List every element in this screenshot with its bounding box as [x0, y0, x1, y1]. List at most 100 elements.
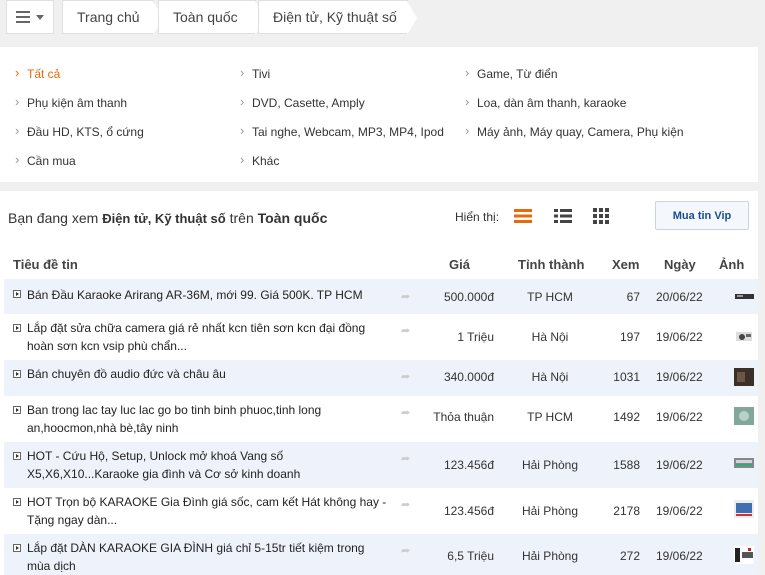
category-other[interactable]: Khác — [240, 152, 279, 168]
listing-thumbnail[interactable] — [733, 407, 754, 425]
listing-views: 67 — [626, 290, 640, 304]
listing-price: 123.456đ — [443, 458, 494, 472]
listing-date: 19/06/22 — [656, 458, 703, 472]
table-row[interactable]: Bán chuyên đồ audio đức và châu âu ➦ 340… — [4, 360, 758, 396]
share-icon[interactable]: ➦ — [401, 544, 410, 557]
listing-title[interactable]: HOT Trọn bộ KARAOKE Gia Đình giá sốc, ca… — [27, 493, 387, 529]
buy-vip-button[interactable]: Mua tin Vip — [655, 201, 749, 230]
listing-bullet-icon — [13, 290, 21, 298]
breadcrumb-item-location[interactable]: Toàn quốc — [158, 0, 265, 35]
listing-date: 19/06/22 — [656, 330, 703, 344]
listing-province: Hà Nội — [531, 330, 569, 344]
category-game-dictionary[interactable]: Game, Từ điển — [465, 65, 558, 81]
listing-province: TP HCM — [527, 290, 573, 304]
header-views[interactable]: Xem — [612, 257, 639, 272]
share-icon[interactable]: ➦ — [401, 452, 410, 465]
listing-province: Hải Phòng — [521, 504, 579, 518]
category-tivi[interactable]: Tivi — [240, 65, 270, 81]
listing-views: 1031 — [613, 370, 640, 384]
listing-province: Hải Phòng — [521, 458, 579, 472]
listing-price: 6,5 Triệu — [447, 549, 494, 563]
category-cameras[interactable]: Máy ảnh, Máy quay, Camera, Phụ kiện — [465, 123, 684, 139]
listing-price: 500.000đ — [443, 290, 494, 304]
listing-thumbnail[interactable] — [733, 288, 754, 306]
header-date[interactable]: Ngày — [664, 257, 696, 272]
listing-views: 1492 — [613, 410, 640, 424]
listing-title[interactable]: Lắp đặt DÀN KARAOKE GIA ĐÌNH giá chỉ 5-1… — [27, 539, 387, 575]
listing-thumbnail[interactable] — [733, 368, 754, 386]
grid-icon — [593, 208, 609, 224]
hamburger-icon — [16, 11, 30, 23]
listing-province: Hà Nội — [531, 370, 569, 384]
listing-bullet-icon — [13, 544, 21, 552]
info-prefix: Bạn đang xem — [8, 210, 99, 226]
listing-province: Hải Phòng — [521, 549, 579, 563]
view-rows-button[interactable] — [512, 205, 534, 227]
listing-views: 2178 — [613, 504, 640, 518]
table-row[interactable]: Bán Đầu Karaoke Arirang AR-36M, mới 99. … — [4, 279, 758, 314]
table-header: Tiêu đề tin Giá Tỉnh thành Xem Ngày Ảnh — [4, 241, 758, 279]
table-row[interactable]: Lắp đặt DÀN KARAOKE GIA ĐÌNH giá chỉ 5-1… — [4, 534, 758, 575]
menu-button[interactable] — [6, 0, 54, 34]
listing-date: 19/06/22 — [656, 410, 703, 424]
listing-title[interactable]: Bán Đầu Karaoke Arirang AR-36M, mới 99. … — [27, 286, 387, 304]
listing-date: 19/06/22 — [656, 504, 703, 518]
info-middle: trên — [229, 210, 254, 226]
listing-date: 19/06/22 — [656, 549, 703, 563]
listing-price: 1 Triệu — [457, 330, 494, 344]
listing-title[interactable]: Ban trong lac tay luc lac go bo tinh bin… — [27, 401, 387, 437]
share-icon[interactable]: ➦ — [401, 406, 410, 419]
browsing-info: Bạn đang xem Điện tử, Kỹ thuật số trên T… — [8, 210, 327, 226]
category-wanted[interactable]: Cần mua — [15, 152, 76, 168]
share-icon[interactable]: ➦ — [401, 498, 410, 511]
category-panel: Tất cả Tivi Game, Từ điển Phụ kiện âm th… — [0, 47, 758, 182]
share-icon[interactable]: ➦ — [401, 290, 410, 303]
listing-thumbnail[interactable] — [733, 454, 754, 472]
category-headphones-webcam[interactable]: Tai nghe, Webcam, MP3, MP4, Ipod — [240, 123, 444, 139]
category-speakers-karaoke[interactable]: Loa, dàn âm thanh, karaoke — [465, 94, 626, 110]
results-panel: Bạn đang xem Điện tử, Kỹ thuật số trên T… — [0, 191, 758, 575]
table-row[interactable]: Ban trong lac tay luc lac go bo tinh bin… — [4, 396, 758, 442]
listing-views: 272 — [619, 549, 640, 563]
listing-thumbnail[interactable] — [733, 546, 754, 564]
listing-bullet-icon — [13, 452, 21, 460]
table-row[interactable]: Lắp đặt sửa chữa camera giá rẻ nhất kcn … — [4, 314, 758, 360]
listing-price: 340.000đ — [443, 370, 494, 384]
category-dvd-amply[interactable]: DVD, Casette, Amply — [240, 94, 365, 110]
listing-title[interactable]: Lắp đặt sửa chữa camera giá rẻ nhất kcn … — [27, 319, 387, 355]
listing-price: 123.456đ — [443, 504, 494, 518]
header-image: Ảnh — [719, 257, 745, 272]
header-title[interactable]: Tiêu đề tin — [13, 257, 78, 272]
list-detail-icon — [554, 209, 572, 223]
listing-thumbnail[interactable] — [733, 328, 754, 346]
share-icon[interactable]: ➦ — [401, 370, 410, 383]
listing-bullet-icon — [13, 498, 21, 506]
breadcrumb-bar: Trang chủ Toàn quốc Điện tử, Kỹ thuật số — [0, 0, 765, 36]
listing-date: 20/06/22 — [656, 290, 703, 304]
table-row[interactable]: HOT - Cứu Hộ, Setup, Unlock mở khoá Vang… — [4, 442, 758, 488]
listing-bullet-icon — [13, 324, 21, 332]
listing-views: 197 — [619, 330, 640, 344]
listing-title[interactable]: HOT - Cứu Hộ, Setup, Unlock mở khoá Vang… — [27, 447, 387, 483]
header-province[interactable]: Tỉnh thành — [518, 257, 584, 272]
category-hd-player[interactable]: Đầu HD, KTS, ổ cứng — [15, 123, 144, 139]
listing-title[interactable]: Bán chuyên đồ audio đức và châu âu — [27, 365, 387, 383]
view-grid-button[interactable] — [590, 205, 612, 227]
breadcrumb-item-home[interactable]: Trang chủ — [62, 0, 163, 35]
header-price[interactable]: Giá — [449, 257, 470, 272]
table-row[interactable]: HOT Trọn bộ KARAOKE Gia Đình giá sốc, ca… — [4, 488, 758, 534]
view-list-button[interactable] — [552, 205, 574, 227]
listing-views: 1588 — [613, 458, 640, 472]
category-all[interactable]: Tất cả — [15, 65, 60, 81]
list-rows-icon — [514, 209, 532, 223]
category-audio-accessories[interactable]: Phụ kiện âm thanh — [15, 94, 127, 110]
view-mode-label: Hiển thị: — [455, 210, 500, 224]
listing-price: Thỏa thuận — [433, 410, 494, 424]
breadcrumb-item-category[interactable]: Điện tử, Kỹ thuật số — [258, 0, 417, 35]
listing-bullet-icon — [13, 406, 21, 414]
share-icon[interactable]: ➦ — [401, 324, 410, 337]
caret-down-icon — [36, 14, 44, 20]
info-category: Điện tử, Kỹ thuật số — [102, 211, 226, 226]
info-location: Toàn quốc — [257, 210, 328, 226]
listing-thumbnail[interactable] — [733, 500, 754, 518]
